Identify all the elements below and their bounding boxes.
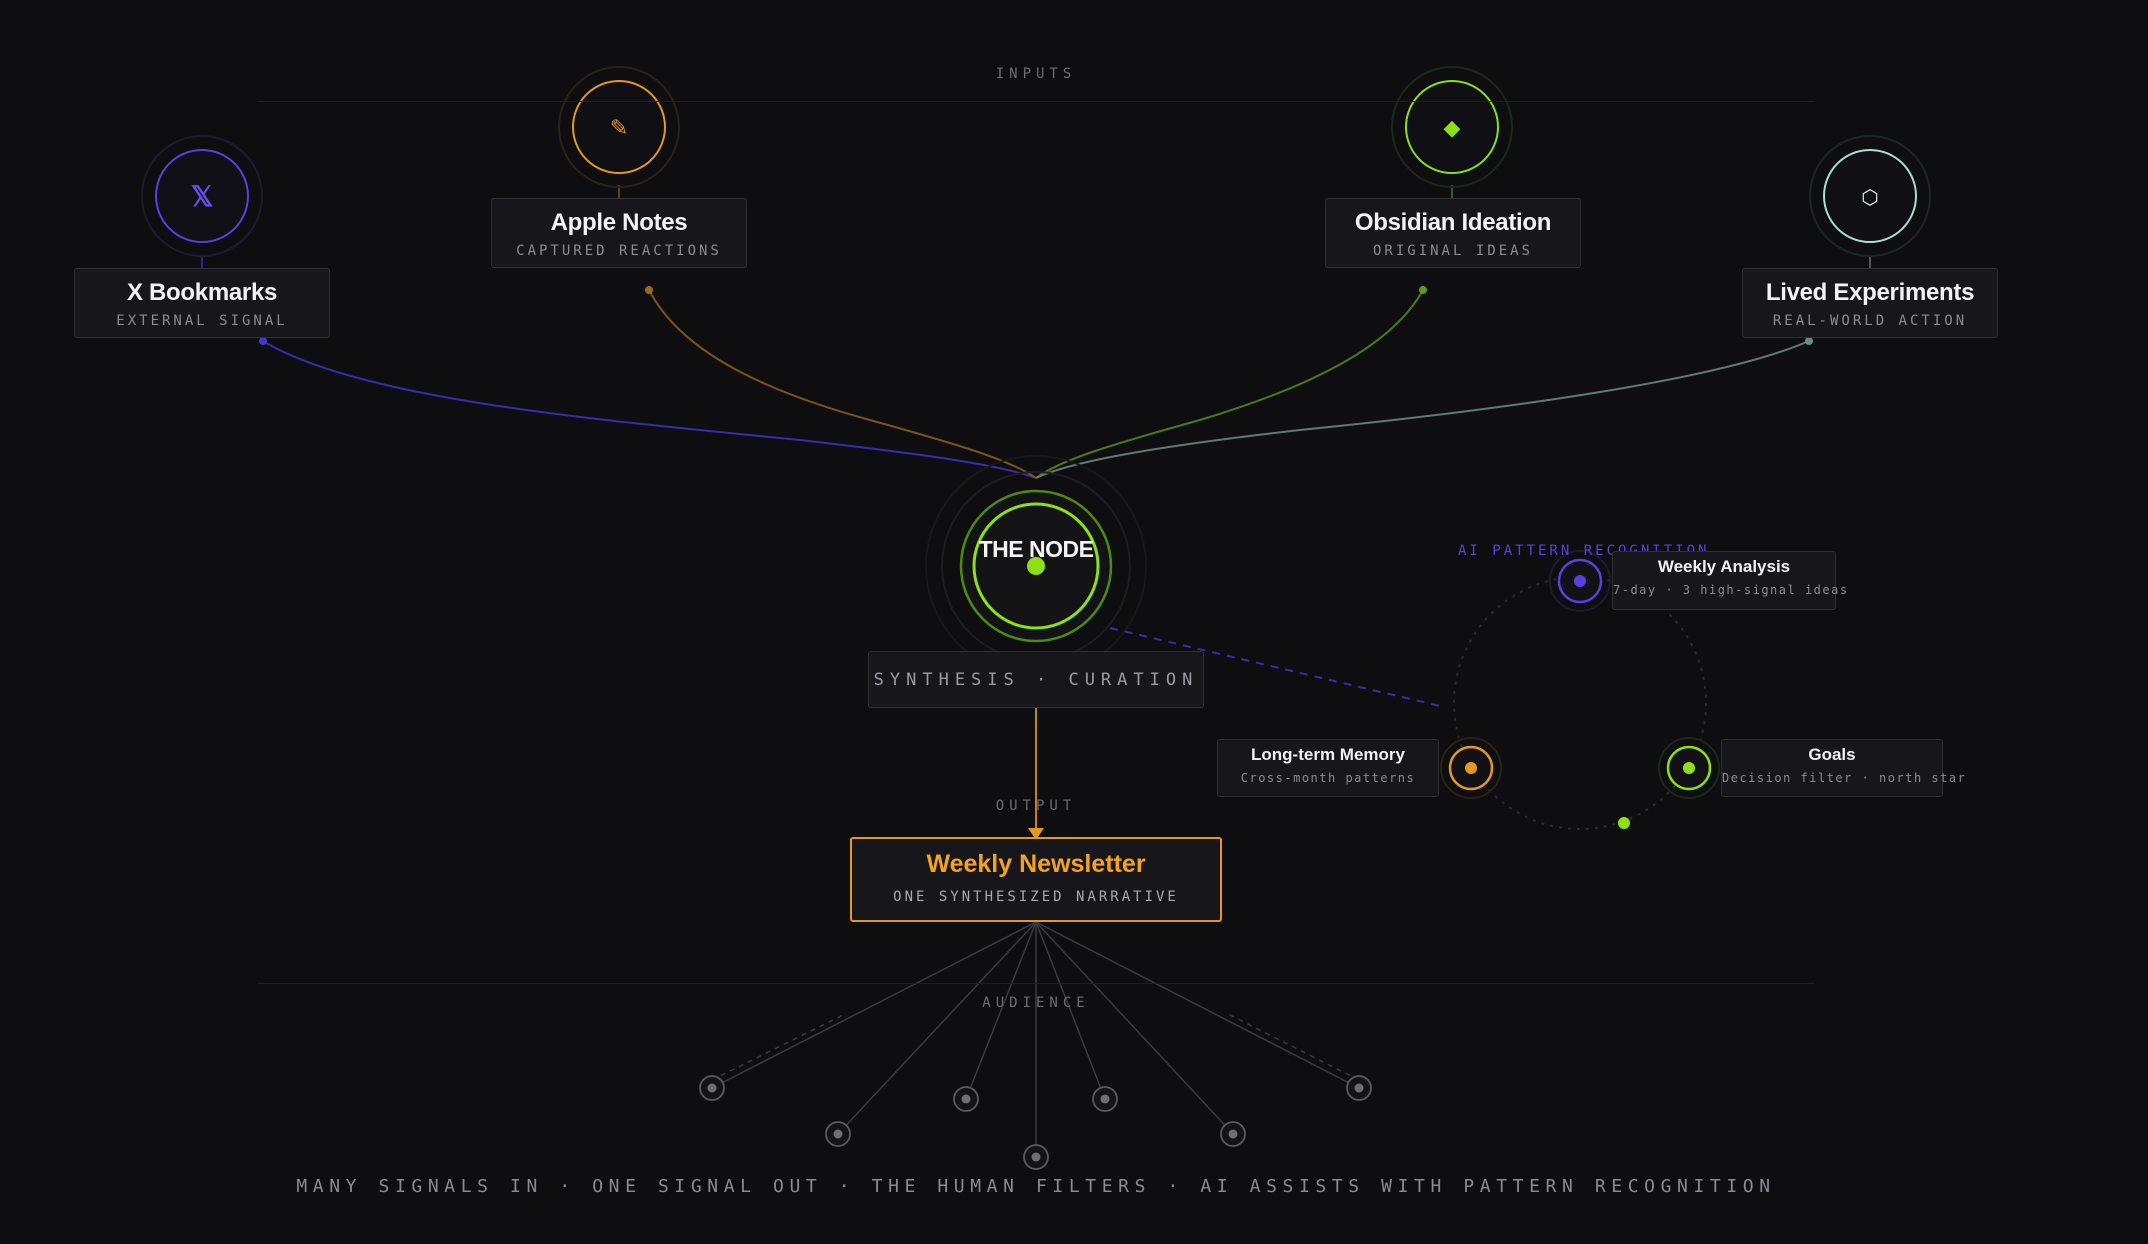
audience-node — [699, 1075, 725, 1101]
input-card-x-bookmarks: X Bookmarks EXTERNAL SIGNAL — [74, 268, 330, 338]
apple-connector-dot — [645, 286, 653, 294]
memory-dot-icon — [1440, 737, 1502, 799]
ai-card-subtitle: 7-day · 3 high-signal ideas — [1613, 583, 1849, 597]
ai-orbit-ring — [1453, 576, 1707, 830]
x-bookmarks-connector — [262, 340, 1037, 479]
input-title: X Bookmarks — [126, 279, 278, 306]
input-title: Apple Notes — [550, 209, 688, 236]
audience-node — [825, 1121, 851, 1147]
audience-node — [1023, 1144, 1049, 1170]
obsidian-connector — [1035, 289, 1424, 479]
ai-card-long-term-memory: Long-term Memory Cross-month patterns — [1217, 739, 1439, 797]
audience-node — [1346, 1075, 1372, 1101]
ai-card-title: Long-term Memory — [1251, 745, 1405, 764]
ai-card-title: Goals — [1808, 745, 1856, 764]
audience-section-label: AUDIENCE — [982, 995, 1090, 1011]
obsidian-connector-dot — [1419, 286, 1427, 294]
lived-connector-dot — [1805, 337, 1813, 345]
audience-fan — [711, 921, 1360, 1157]
diamond-icon: ◆ — [1443, 115, 1461, 140]
audience-node — [1092, 1086, 1118, 1112]
inputs-section-label: INPUTS — [995, 66, 1077, 82]
input-title: Lived Experiments — [1765, 279, 1975, 306]
output-subtitle: ONE SYNTHESIZED NARRATIVE — [893, 889, 1179, 905]
input-card-apple-notes: Apple Notes CAPTURED REACTIONS — [491, 198, 747, 268]
goals-dot-icon — [1658, 737, 1720, 799]
input-card-lived-experiments: Lived Experiments REAL-WORLD ACTION — [1742, 268, 1998, 338]
inputs-divider — [257, 101, 1815, 102]
weekly-analysis-dot-icon — [1549, 550, 1611, 612]
ai-card-subtitle: Cross-month patterns — [1240, 771, 1416, 785]
output-section-label: OUTPUT — [995, 798, 1077, 814]
x-connector-dot — [259, 337, 267, 345]
lived-experiments-connector — [1035, 340, 1810, 479]
node-title: THE NODE — [978, 536, 1094, 562]
audience-node — [1220, 1121, 1246, 1147]
output-title: Weekly Newsletter — [926, 850, 1146, 878]
apple-notes-connector — [648, 289, 1037, 479]
input-subtitle: EXTERNAL SIGNAL — [116, 313, 288, 329]
ai-card-weekly-analysis: Weekly Analysis 7-day · 3 high-signal id… — [1612, 551, 1849, 610]
input-card-obsidian: Obsidian Ideation ORIGINAL IDEAS — [1325, 198, 1581, 268]
audience-node — [953, 1086, 979, 1112]
x-logo-icon: 𝕏 — [190, 181, 214, 212]
the-node-hub — [925, 455, 1147, 677]
audience-dashed-left — [711, 1013, 846, 1081]
footer-tagline: MANY SIGNALS IN · ONE SIGNAL OUT · THE H… — [296, 1176, 1776, 1197]
audience-divider — [257, 983, 1815, 984]
audience-dashed-right — [1227, 1013, 1360, 1081]
ai-card-title: Weekly Analysis — [1657, 557, 1791, 576]
pencil-icon: ✎ — [609, 115, 629, 140]
input-title: Obsidian Ideation — [1354, 209, 1552, 236]
orbit-satellite-dot — [1618, 817, 1630, 829]
input-subtitle: CAPTURED REACTIONS — [516, 243, 722, 259]
input-subtitle: ORIGINAL IDEAS — [1372, 243, 1533, 259]
input-subtitle: REAL-WORLD ACTION — [1772, 313, 1968, 329]
diagram-canvas — [141, 66, 1931, 1170]
ai-card-subtitle: Decision filter · north star — [1722, 771, 1967, 785]
output-weekly-newsletter: Weekly Newsletter ONE SYNTHESIZED NARRAT… — [850, 837, 1222, 922]
hexagon-icon: ⬡ — [1861, 187, 1879, 209]
ai-card-goals: Goals Decision filter · north star — [1721, 739, 1967, 797]
synthesis-label: SYNTHESIS · CURATION — [868, 651, 1204, 708]
